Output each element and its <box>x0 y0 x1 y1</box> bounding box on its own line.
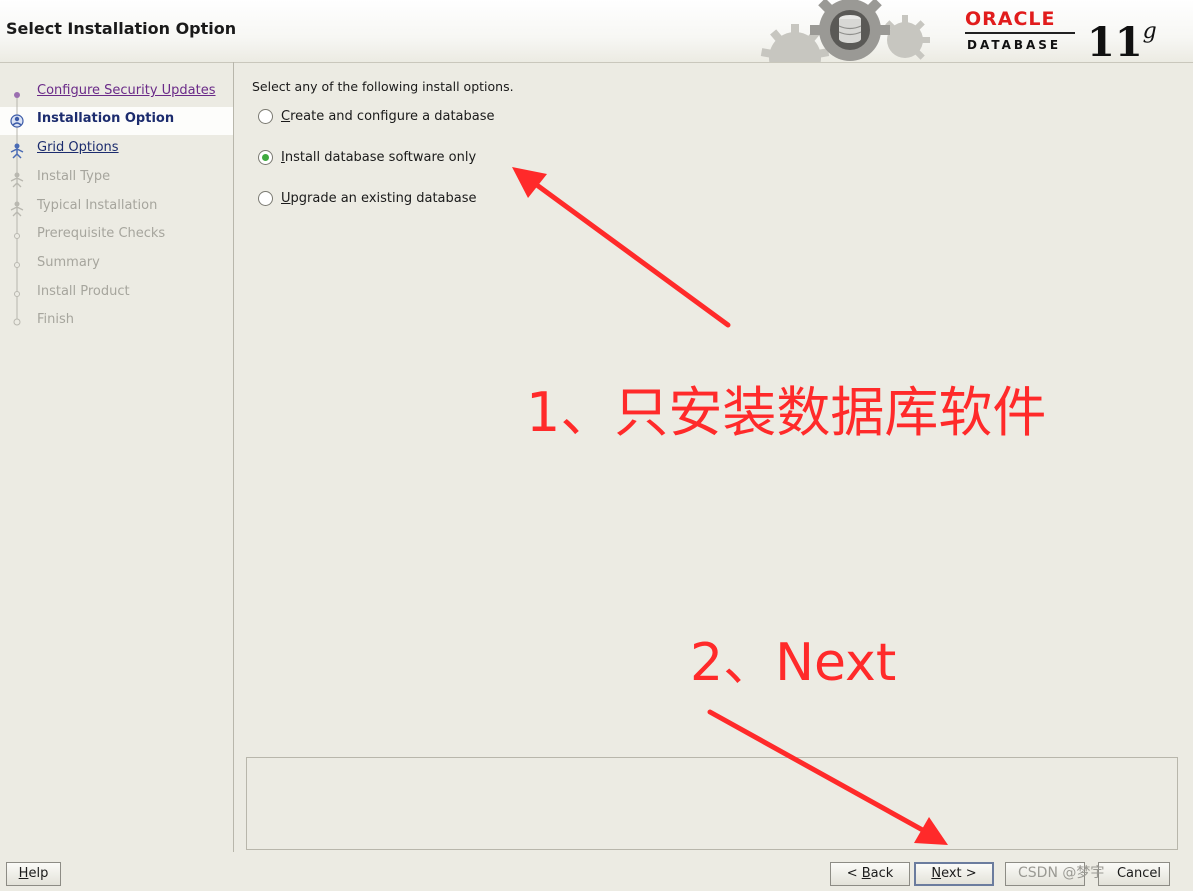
arrow-to-next-button <box>707 709 948 845</box>
watermark: CSDN @梦宇 <box>1018 865 1105 881</box>
arrow-to-install-software-option <box>512 167 731 328</box>
annotation-step-1: 1、只安装数据库软件 <box>526 381 1047 444</box>
annotation-step-2: 2、Next <box>690 633 897 693</box>
